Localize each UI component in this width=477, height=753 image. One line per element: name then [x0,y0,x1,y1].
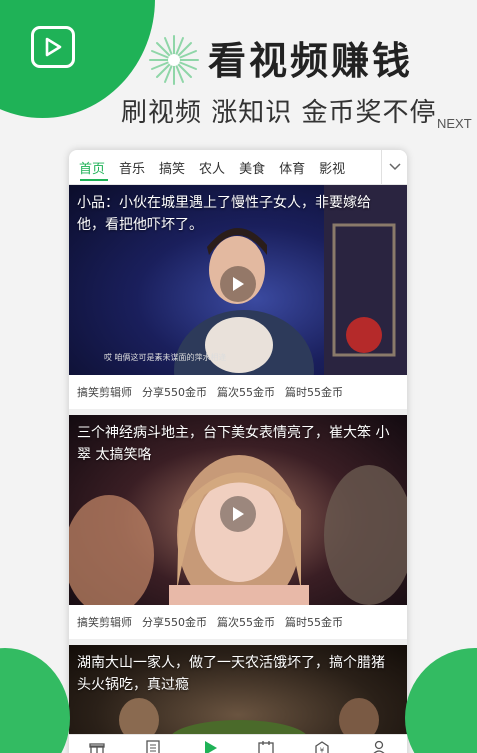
views-reward: 篇次55金币 [217,386,275,399]
sparkle-burst-icon [148,34,200,90]
video-thumbnail[interactable]: 湖南大山一家人，做了一天农活饿坏了，搞个腊猪头火锅吃，真过瘾 [69,645,407,745]
promo-screen: 看视频赚钱 刷视频 涨知识 金币奖不停 NEXT 首页 音乐 搞笑 农人 美食 … [0,0,477,753]
tab-movies[interactable]: 影视 [319,158,345,177]
play-icon[interactable] [220,266,256,302]
video-title: 湖南大山一家人，做了一天农活饿坏了，搞个腊猪头火锅吃，真过瘾 [77,655,385,693]
video-subtitle: 哎 咱俩这可是素未谋面的萍水相逢 [104,353,227,362]
task-icon[interactable] [255,737,277,753]
bottom-nav: ¥ [69,734,407,753]
coin-icon[interactable]: ¥ [311,737,333,753]
duration-reward: 篇时55金币 [285,386,343,399]
tab-sports[interactable]: 体育 [279,158,305,177]
promo-subline: 刷视频 涨知识 金币奖不停 [121,98,437,128]
duration-reward: 篇时55金币 [285,616,343,629]
video-author[interactable]: 搞笑剪辑师 [77,384,132,400]
share-reward: 分享550金币 [142,386,207,399]
video-thumbnail[interactable]: 三个神经病斗地主，台下美女表情亮了，崔大笨 小翠 太搞笑咯 [69,415,407,605]
play-icon[interactable] [199,737,221,753]
profile-icon[interactable] [368,737,390,753]
tab-farmer[interactable]: 农人 [199,158,225,177]
play-icon[interactable] [220,496,256,532]
phone-preview: 首页 音乐 搞笑 农人 美食 体育 影视 小品：小伙在城里遇上了慢性子女人，非要… [69,150,407,753]
video-thumbnail[interactable]: 小品：小伙在城里遇上了慢性子女人，非要嫁给他，看把他吓坏了。 哎 咱俩这可是素未… [69,185,407,375]
video-meta: 搞笑剪辑师 分享550金币 篇次55金币 篇时55金币 [69,605,407,645]
tab-food[interactable]: 美食 [239,158,265,177]
play-square-icon [31,26,75,68]
tab-funny[interactable]: 搞笑 [159,158,185,177]
video-title: 小品：小伙在城里遇上了慢性子女人，非要嫁给他，看把他吓坏了。 [77,195,371,233]
active-tab-indicator [80,179,108,181]
list-icon[interactable] [142,737,164,753]
green-decor-bottom-right [405,648,477,753]
green-decor-bottom-left [0,648,70,753]
video-author[interactable]: 搞笑剪辑师 [77,614,132,630]
next-button[interactable]: NEXT [435,116,474,131]
chevron-down-icon[interactable] [381,150,407,184]
promo-headline: 看视频赚钱 [208,39,414,83]
video-meta: 搞笑剪辑师 分享550金币 篇次55金币 篇时55金币 [69,375,407,415]
gift-icon[interactable] [86,737,108,753]
category-tabs: 首页 音乐 搞笑 农人 美食 体育 影视 [69,150,407,185]
video-title: 三个神经病斗地主，台下美女表情亮了，崔大笨 小翠 太搞笑咯 [77,425,390,463]
svg-text:¥: ¥ [320,746,325,753]
tab-home[interactable]: 首页 [79,158,105,177]
views-reward: 篇次55金币 [217,616,275,629]
share-reward: 分享550金币 [142,616,207,629]
tab-music[interactable]: 音乐 [119,158,145,177]
